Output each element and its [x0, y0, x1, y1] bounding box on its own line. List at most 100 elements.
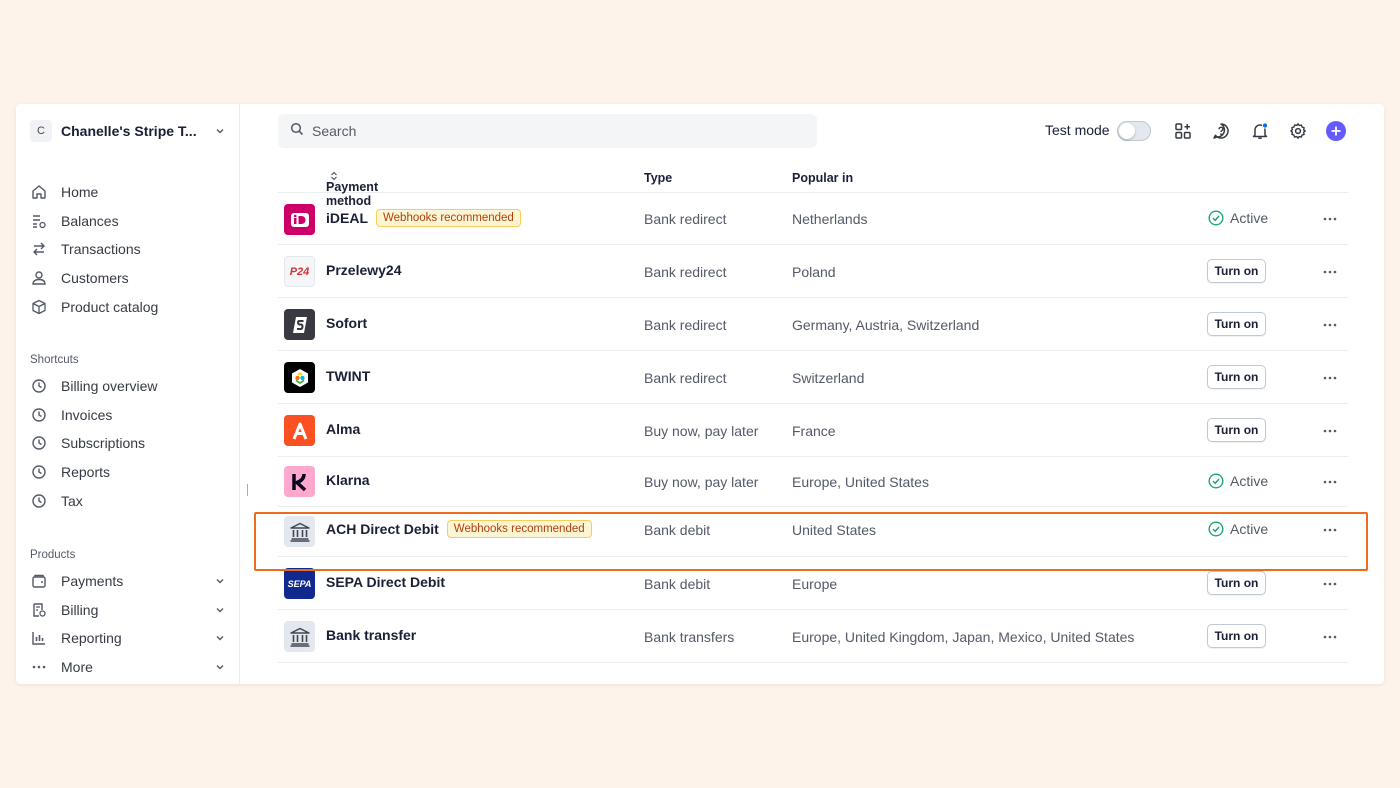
nav-item-balances[interactable]: Balances: [30, 207, 226, 236]
bank-logo: [284, 621, 315, 652]
table-row[interactable]: Bank transfer Bank transfers Europe, Uni…: [278, 610, 1348, 663]
nav-item-customers[interactable]: Customers: [30, 264, 226, 293]
table-row[interactable]: P24 Przelewy24 Bank redirect Poland Turn…: [278, 245, 1348, 298]
sepa-logo: SEPA: [284, 568, 315, 599]
p24-logo: P24: [284, 256, 315, 287]
payment-method-label: ACH Direct Debit: [326, 521, 439, 537]
chevron-down-icon: [214, 661, 226, 673]
status-badge: Active: [1208, 521, 1268, 537]
turn-on-button[interactable]: Turn on: [1207, 365, 1266, 389]
nav-item-home[interactable]: Home: [30, 178, 226, 207]
products-title: Products: [30, 549, 76, 561]
chevron-down-icon: [214, 575, 226, 587]
payment-methods-table: Payment method Type Popular in iDEAL Web…: [278, 162, 1348, 663]
product-label: Billing: [61, 601, 99, 618]
shortcut-reports[interactable]: Reports: [30, 458, 226, 487]
apps-icon[interactable]: [1173, 121, 1193, 141]
create-plus-icon[interactable]: [1326, 121, 1346, 141]
popular-in: Netherlands: [792, 211, 868, 227]
check-circle-icon: [1208, 521, 1224, 537]
webhooks-badge: Webhooks recommended: [376, 209, 521, 227]
popular-in: Europe: [792, 576, 838, 592]
shortcut-invoices[interactable]: Invoices: [30, 401, 226, 430]
row-more-icon[interactable]: [1322, 211, 1338, 227]
billing-icon: [30, 601, 48, 619]
table-row[interactable]: Alma Buy now, pay later France Turn on: [278, 404, 1348, 457]
turn-on-button[interactable]: Turn on: [1207, 312, 1266, 336]
product-label: More: [61, 659, 93, 676]
chevron-down-icon: [214, 604, 226, 616]
test-mode-toggle[interactable]: [1117, 121, 1151, 141]
payment-type: Bank debit: [644, 576, 711, 592]
search-input[interactable]: [312, 123, 792, 139]
product-reporting[interactable]: Reporting: [30, 624, 226, 653]
row-more-icon[interactable]: [1322, 264, 1338, 280]
table-row[interactable]: Sofort Bank redirect Germany, Austria, S…: [278, 298, 1348, 351]
row-more-icon[interactable]: [1322, 576, 1338, 592]
payment-method-label: iDEAL: [326, 210, 368, 226]
table-row[interactable]: iDEAL Webhooks recommended Bank redirect…: [278, 193, 1348, 245]
nav-item-product-catalog[interactable]: Product catalog: [30, 292, 226, 321]
table-row[interactable]: SEPA SEPA Direct Debit Bank debit Europe…: [278, 557, 1348, 610]
clock-icon: [30, 492, 48, 510]
nav-item-label: Transactions: [61, 241, 141, 258]
nav-item-transactions[interactable]: Transactions: [30, 235, 226, 264]
main-nav: Home Balances Transactions Customers Pro…: [30, 178, 226, 321]
row-more-icon[interactable]: [1322, 423, 1338, 439]
status-text: Active: [1230, 210, 1269, 226]
nav-item-label: Home: [61, 184, 99, 201]
twint-logo: [284, 362, 315, 393]
status-badge: Active: [1208, 473, 1268, 489]
turn-on-button[interactable]: Turn on: [1207, 418, 1266, 442]
shortcut-tax[interactable]: Tax: [30, 486, 226, 515]
clock-icon: [30, 377, 48, 395]
turn-on-button[interactable]: Turn on: [1207, 571, 1266, 595]
row-more-icon[interactable]: [1322, 522, 1338, 538]
help-icon[interactable]: [1211, 121, 1231, 141]
product-payments[interactable]: Payments: [30, 567, 226, 596]
account-switcher[interactable]: C Chanelle's Stripe T...: [30, 119, 226, 143]
table-row[interactable]: Klarna Buy now, pay later Europe, United…: [278, 457, 1348, 507]
payment-method-label: Alma: [326, 421, 361, 437]
product-more[interactable]: More: [30, 653, 226, 682]
row-more-icon[interactable]: [1322, 370, 1338, 386]
payment-method-name: Klarna: [326, 472, 370, 488]
payment-method-label: TWINT: [326, 368, 371, 384]
home-icon: [30, 183, 48, 201]
shortcut-label: Invoices: [61, 406, 113, 423]
popular-in: United States: [792, 522, 877, 538]
shortcut-label: Tax: [61, 492, 83, 509]
payment-type: Bank redirect: [644, 317, 727, 333]
turn-on-button[interactable]: Turn on: [1207, 259, 1266, 283]
turn-on-button[interactable]: Turn on: [1207, 624, 1266, 648]
shortcut-label: Subscriptions: [61, 435, 146, 452]
payment-type: Bank redirect: [644, 264, 727, 280]
shortcut-label: Reports: [61, 464, 111, 481]
table-row[interactable]: TWINT Bank redirect Switzerland Turn on: [278, 351, 1348, 404]
popular-in: Europe, United States: [792, 474, 929, 490]
notifications-bell-icon[interactable]: [1250, 121, 1270, 141]
product-billing[interactable]: Billing: [30, 596, 226, 625]
product-catalog-icon: [30, 298, 48, 316]
shortcut-subscriptions[interactable]: Subscriptions: [30, 429, 226, 458]
payment-method-name: TWINT: [326, 368, 370, 384]
column-header-method[interactable]: Payment method: [326, 171, 378, 208]
row-more-icon[interactable]: [1322, 629, 1338, 645]
row-more-icon[interactable]: [1322, 474, 1338, 490]
webhooks-badge: Webhooks recommended: [446, 520, 592, 538]
payment-type: Bank redirect: [644, 211, 727, 227]
chevron-down-icon: [214, 125, 226, 137]
row-more-icon[interactable]: [1322, 317, 1338, 333]
shortcut-billing-overview[interactable]: Billing overview: [30, 372, 226, 401]
transactions-icon: [30, 240, 48, 258]
product-label: Payments: [61, 573, 124, 590]
shortcuts-nav: Billing overview Invoices Subscriptions …: [30, 372, 226, 515]
sidebar-resize-handle[interactable]: [247, 484, 248, 496]
table-row[interactable]: ACH Direct Debit Webhooks recommended Ba…: [278, 507, 1348, 557]
balances-icon: [30, 212, 48, 230]
payments-icon: [30, 572, 48, 590]
search-bar[interactable]: [278, 114, 817, 148]
column-header-popular: Popular in: [792, 171, 854, 185]
nav-item-label: Product catalog: [61, 298, 159, 315]
settings-gear-icon[interactable]: [1288, 121, 1308, 141]
